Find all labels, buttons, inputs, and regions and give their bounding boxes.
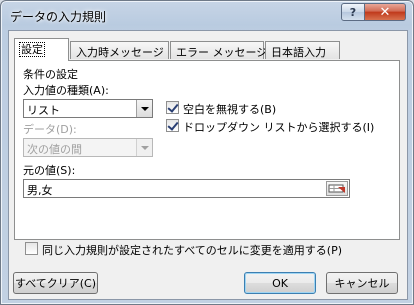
allow-label: 入力値の種類(A):	[23, 84, 109, 97]
in-cell-dropdown-checkbox[interactable]	[166, 119, 179, 132]
tab-error-alert[interactable]: エラー メッセージ	[170, 41, 267, 59]
apply-all-checkbox[interactable]	[25, 242, 38, 255]
collapse-dialog-button[interactable]	[326, 181, 348, 196]
dialog-title: データの入力規則	[10, 10, 107, 24]
data-select[interactable]: 次の値の間	[23, 138, 153, 157]
apply-all-label[interactable]: 同じ入力規則が設定されたすべてのセルに変更を適用する(P)	[42, 242, 342, 258]
tab-settings-label: 設定	[19, 42, 45, 57]
close-button[interactable]: ✕	[364, 3, 406, 21]
settings-panel: 条件の設定 入力値の種類(A): リスト データ(D): 次の値の間 空白を無視…	[14, 60, 400, 240]
tab-ime-mode[interactable]: 日本語入力	[265, 41, 340, 59]
title-bar[interactable]: データの入力規則 ? ✕	[1, 1, 413, 29]
allow-select[interactable]: リスト	[23, 99, 153, 118]
tab-settings[interactable]: 設定	[14, 38, 69, 61]
chevron-down-icon[interactable]	[136, 100, 152, 117]
source-input[interactable]: 男,女	[23, 179, 350, 198]
clear-all-button[interactable]: すべてクリア(C)	[13, 272, 98, 294]
in-cell-dropdown-label[interactable]: ドロップダウン リストから選択する(I)	[183, 119, 374, 135]
criteria-heading: 条件の設定	[23, 68, 78, 81]
ok-button[interactable]: OK	[244, 272, 316, 294]
data-select-value: 次の値の間	[27, 143, 82, 156]
ignore-blank-label[interactable]: 空白を無視する(B)	[183, 101, 276, 117]
source-label: 元の値(S):	[23, 164, 76, 177]
ignore-blank-checkbox[interactable]	[166, 101, 179, 114]
data-label: データ(D):	[23, 123, 77, 136]
cancel-button[interactable]: キャンセル	[326, 272, 398, 294]
source-input-value: 男,女	[27, 184, 53, 197]
chevron-down-icon[interactable]	[136, 139, 152, 156]
help-button[interactable]: ?	[341, 3, 365, 21]
data-validation-dialog: データの入力規則 ? ✕ 設定 入力時メッセージ エラー メッセージ 日本語入力…	[0, 0, 414, 305]
tab-input-message[interactable]: 入力時メッセージ	[70, 41, 169, 59]
range-select-icon	[328, 184, 345, 193]
dialog-body: 設定 入力時メッセージ エラー メッセージ 日本語入力 条件の設定 入力値の種類…	[8, 30, 408, 300]
allow-select-value: リスト	[27, 104, 60, 117]
